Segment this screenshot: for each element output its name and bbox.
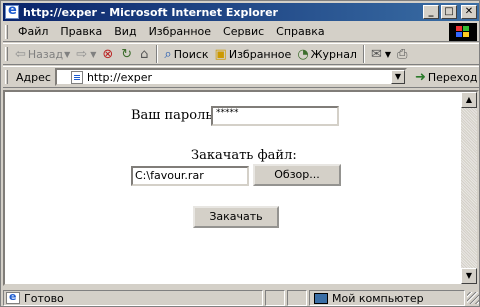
scroll-down-button[interactable]: ▼: [461, 268, 477, 284]
print-button[interactable]: ⎙: [394, 44, 412, 64]
print-icon: ⎙: [397, 46, 408, 62]
refresh-icon: ↻: [121, 46, 133, 62]
address-dropdown-button[interactable]: ▼: [390, 70, 405, 84]
status-bar: Готово Мой компьютер: [3, 289, 479, 307]
menu-favorites[interactable]: Избранное: [143, 25, 217, 38]
browse-button[interactable]: Обзор...: [253, 164, 341, 186]
standard-toolbar: ⇦ Назад ▼ ⇨ ▼ ⊗ ↻ ⌂ ⌕ Поиск ▣ Избранное …: [3, 43, 479, 65]
download-button[interactable]: Закачать: [193, 206, 279, 228]
go-label: Переход: [427, 70, 478, 84]
history-icon: ◔: [297, 46, 309, 62]
file-path-input[interactable]: C:\favour.rar: [131, 166, 249, 186]
close-button[interactable]: ✕: [461, 5, 477, 19]
search-label: Поиск: [173, 47, 209, 61]
stop-button[interactable]: ⊗: [99, 44, 118, 64]
status-panel: [265, 290, 285, 306]
search-icon: ⌕: [164, 46, 172, 62]
search-button[interactable]: ⌕ Поиск: [161, 44, 211, 64]
back-arrow-icon: ⇦: [15, 46, 26, 62]
address-bar: Адрес http://exper ▼ ➜ Переход: [3, 66, 479, 88]
security-zone: Мой компьютер: [309, 290, 465, 306]
toolbar-separator: [156, 45, 159, 63]
page-status-icon: [6, 290, 20, 304]
status-panel: [287, 290, 307, 306]
menu-edit[interactable]: Правка: [54, 25, 108, 38]
title-bar: http://exper - Microsoft Internet Explor…: [3, 3, 479, 21]
address-url[interactable]: http://exper: [87, 71, 391, 84]
menu-view[interactable]: Вид: [108, 25, 142, 38]
home-icon: ⌂: [140, 46, 149, 62]
favorites-folder-icon: ▣: [214, 46, 227, 62]
windows-flag-icon: [456, 26, 469, 37]
status-text: Готово: [24, 291, 64, 305]
menu-bar: Файл Правка Вид Избранное Сервис Справка: [3, 22, 479, 42]
refresh-button[interactable]: ↻: [118, 44, 137, 64]
zone-text: Мой компьютер: [332, 291, 424, 305]
menu-help[interactable]: Справка: [270, 25, 330, 38]
mail-icon: ✉: [370, 46, 382, 62]
minimize-button[interactable]: _: [423, 5, 439, 19]
ie-logo-icon: [5, 3, 19, 19]
favorites-button[interactable]: ▣ Избранное: [212, 44, 295, 64]
password-label: Ваш пароль:: [131, 108, 217, 123]
go-arrow-icon: ➜: [414, 69, 426, 85]
vertical-scrollbar[interactable]: ▲ ▼: [461, 92, 477, 284]
menu-tools[interactable]: Сервис: [217, 25, 270, 38]
menu-grip: [5, 24, 8, 39]
chevron-down-icon: ▼: [90, 49, 97, 59]
maximize-button[interactable]: □: [441, 5, 457, 19]
chevron-down-icon: ▼: [64, 49, 71, 59]
browser-window: http://exper - Microsoft Internet Explor…: [0, 0, 480, 307]
status-main: Готово: [3, 290, 263, 306]
upload-label: Закачать файл:: [191, 148, 297, 163]
password-input[interactable]: *****: [211, 106, 339, 126]
history-label: Журнал: [310, 47, 357, 61]
chevron-down-icon: ▼: [384, 49, 392, 59]
forward-button[interactable]: ⇨ ▼: [73, 44, 99, 64]
history-button[interactable]: ◔ Журнал: [294, 44, 360, 64]
back-button[interactable]: ⇦ Назад ▼: [12, 44, 73, 64]
page-content: Ваш пароль: ***** Закачать файл: C:\favo…: [3, 90, 479, 286]
window-title: http://exper - Microsoft Internet Explor…: [23, 5, 278, 19]
scroll-up-button[interactable]: ▲: [461, 92, 477, 108]
computer-icon: [314, 292, 328, 304]
home-button[interactable]: ⌂: [137, 44, 153, 64]
go-button[interactable]: ➜ Переход: [415, 70, 478, 85]
resize-grip[interactable]: [467, 292, 479, 304]
favorites-label: Избранное: [228, 47, 292, 61]
page-icon: [70, 70, 83, 84]
windows-logo-icon: [449, 23, 477, 41]
forward-arrow-icon: ⇨: [76, 46, 88, 62]
address-grip: [5, 70, 8, 84]
mail-button[interactable]: ✉ ▼: [368, 44, 394, 64]
stop-icon: ⊗: [102, 46, 114, 62]
address-input[interactable]: http://exper ▼: [54, 68, 407, 86]
menu-file[interactable]: Файл: [12, 25, 54, 38]
address-label: Адрес: [16, 70, 51, 84]
toolbar-grip: [5, 47, 8, 61]
toolbar-separator: [362, 45, 365, 63]
back-label: Назад: [27, 47, 64, 61]
